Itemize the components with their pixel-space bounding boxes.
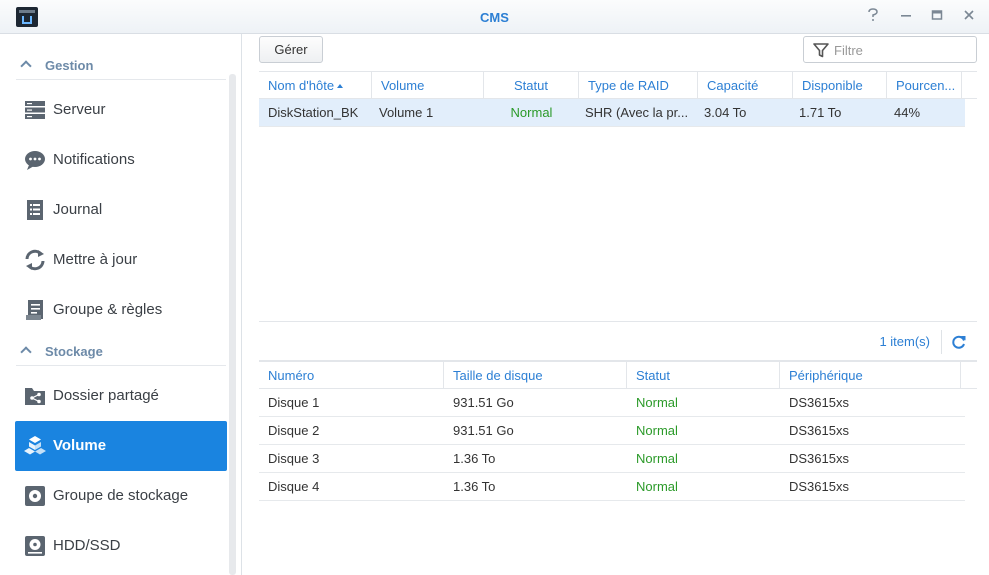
cell-device: DS3615xs (789, 395, 849, 410)
volumes-pager: 1 item(s) (259, 321, 977, 361)
item-count: 1 item(s) (879, 334, 930, 349)
cell-device: DS3615xs (789, 423, 849, 438)
cell-status: Normal (636, 479, 678, 494)
sidebar-item-label: Journal (53, 201, 103, 218)
sidebar-item-label: Volume (53, 437, 107, 454)
column-header-pourcentage[interactable]: Pourcen... (887, 72, 962, 99)
cell-percent: 44% (894, 105, 921, 120)
filter-box[interactable] (803, 36, 977, 63)
section-gestion[interactable]: Gestion (16, 52, 226, 80)
hdd-icon (24, 535, 46, 557)
policy-icon (24, 299, 46, 321)
table-row[interactable]: DiskStation_BK Volume 1 Normal SHR (Avec… (259, 99, 965, 127)
refresh-icon[interactable] (951, 334, 967, 350)
minimize-icon[interactable] (897, 8, 915, 26)
column-header-volume[interactable]: Volume (372, 72, 484, 99)
sidebar-item-label: Mettre à jour (53, 251, 138, 268)
column-header-statut[interactable]: Statut (484, 72, 579, 99)
column-header-statut[interactable]: Statut (627, 362, 780, 389)
table-row[interactable]: Disque 3 1.36 To Normal DS3615xs (259, 445, 965, 473)
cell-status: Normal (510, 105, 553, 120)
cell-number: Disque 2 (268, 423, 320, 438)
update-icon (24, 249, 46, 271)
cell-size: 1.36 To (453, 479, 496, 494)
volumes-table: Nom d'hôte Volume Statut Type de RAID Ca… (259, 71, 977, 127)
cell-size: 931.51 Go (453, 395, 514, 410)
server-icon (24, 99, 46, 121)
cell-number: Disque 3 (268, 451, 320, 466)
manage-button[interactable]: Gérer (259, 36, 323, 63)
chevron-up-icon (20, 60, 32, 72)
table-row[interactable]: Disque 4 1.36 To Normal DS3615xs (259, 473, 965, 501)
table-row[interactable]: Disque 1 931.51 Go Normal DS3615xs (259, 389, 965, 417)
sidebar-item-volume[interactable]: Volume (15, 421, 227, 471)
sidebar-item-groupe-regles[interactable]: Groupe & règles (15, 285, 227, 335)
column-header-nom-hote[interactable]: Nom d'hôte (259, 72, 372, 99)
sidebar-item-hdd-ssd[interactable]: HDD/SSD (15, 521, 227, 571)
cell-status: Normal (636, 423, 678, 438)
log-icon (24, 199, 46, 221)
table-row[interactable]: Disque 2 931.51 Go Normal DS3615xs (259, 417, 965, 445)
close-icon[interactable] (960, 8, 978, 26)
sort-ascending-icon (337, 84, 344, 88)
cell-status: Normal (636, 451, 678, 466)
column-header-taille-disque[interactable]: Taille de disque (444, 362, 627, 389)
sidebar-item-label: Groupe & règles (53, 301, 163, 318)
title-bar: CMS (0, 0, 989, 34)
column-header-type-raid[interactable]: Type de RAID (579, 72, 698, 99)
sidebar: Gestion Serveur Notifications Journal Me… (0, 34, 242, 575)
volume-icon (24, 435, 46, 457)
shared-folder-icon (24, 385, 46, 407)
column-header-numero[interactable]: Numéro (259, 362, 444, 389)
section-label: Gestion (45, 58, 94, 73)
maximize-icon[interactable] (928, 8, 946, 26)
sidebar-item-groupe-de-stockage[interactable]: Groupe de stockage (15, 471, 227, 521)
chat-icon (24, 149, 46, 171)
help-icon[interactable] (864, 8, 882, 26)
cell-host: DiskStation_BK (268, 105, 359, 120)
sidebar-item-label: HDD/SSD (53, 537, 121, 554)
sidebar-item-journal[interactable]: Journal (15, 185, 227, 235)
cell-capacity: 3.04 To (704, 105, 747, 120)
disks-header-row: Numéro Taille de disque Statut Périphéri… (259, 362, 977, 389)
sidebar-item-serveur[interactable]: Serveur (15, 85, 227, 135)
cell-size: 1.36 To (453, 451, 496, 466)
pager-divider (941, 330, 942, 354)
sidebar-item-label: Dossier partagé (53, 387, 159, 404)
sidebar-scrollbar[interactable] (229, 74, 236, 575)
filter-icon (813, 43, 829, 58)
sidebar-item-dossier-partage[interactable]: Dossier partagé (15, 371, 227, 421)
cell-number: Disque 4 (268, 479, 320, 494)
main-panel: Gérer Nom d'hôte Volume Statut Type de R… (243, 34, 989, 575)
cell-number: Disque 1 (268, 395, 320, 410)
section-stockage[interactable]: Stockage (16, 338, 226, 366)
volumes-header-row: Nom d'hôte Volume Statut Type de RAID Ca… (259, 72, 977, 99)
sidebar-item-label: Serveur (53, 101, 106, 118)
sidebar-item-label: Groupe de stockage (53, 487, 189, 504)
section-label: Stockage (45, 344, 103, 359)
cell-available: 1.71 To (799, 105, 842, 120)
column-header-capacite[interactable]: Capacité (698, 72, 793, 99)
filter-input[interactable] (834, 41, 972, 59)
chevron-up-icon (20, 346, 32, 358)
cell-size: 931.51 Go (453, 423, 514, 438)
cell-volume: Volume 1 (379, 105, 434, 120)
disks-table: Numéro Taille de disque Statut Périphéri… (259, 361, 977, 501)
column-header-disponible[interactable]: Disponible (793, 72, 887, 99)
cell-status: Normal (636, 395, 678, 410)
column-header-peripherique[interactable]: Périphérique (780, 362, 961, 389)
cell-device: DS3615xs (789, 479, 849, 494)
cell-device: DS3615xs (789, 451, 849, 466)
sidebar-item-label: Notifications (53, 151, 135, 168)
window-title: CMS (480, 10, 509, 25)
sidebar-item-mettre-a-jour[interactable]: Mettre à jour (15, 235, 227, 285)
storage-pool-icon (24, 485, 46, 507)
sidebar-item-notifications[interactable]: Notifications (15, 135, 227, 185)
cell-raid: SHR (Avec la pr... (585, 105, 689, 120)
